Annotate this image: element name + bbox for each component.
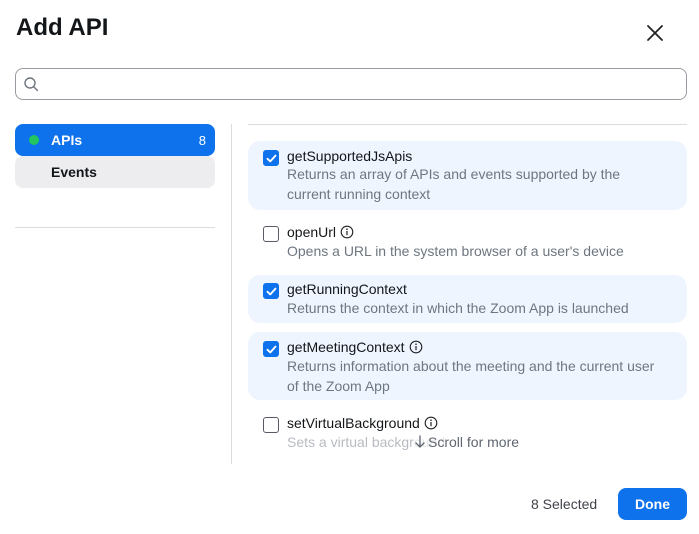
info-icon[interactable] [424, 416, 438, 430]
search-input[interactable] [46, 73, 676, 95]
api-row-getRunningContext[interactable]: getRunningContext Returns the context in… [248, 275, 687, 323]
api-checkbox[interactable] [263, 341, 279, 357]
api-name: getRunningContext [287, 281, 407, 297]
checkmark-icon [266, 287, 276, 295]
nav-item-label: APIs [51, 132, 83, 148]
api-checkbox[interactable] [263, 283, 279, 299]
search-box[interactable] [15, 68, 687, 100]
api-description: Returns information about the meeting an… [287, 358, 655, 394]
nav-item-apis[interactable]: APIs 8 [15, 124, 215, 156]
nav-item-label: Events [51, 164, 97, 180]
scroll-hint-label: Scroll for more [428, 434, 520, 450]
search-icon [24, 77, 39, 92]
api-checkbox[interactable] [263, 150, 279, 166]
selected-count: 8 Selected [531, 496, 598, 512]
scroll-hint[interactable]: Scroll for more [414, 434, 520, 450]
checkmark-icon [266, 154, 276, 162]
checkmark-icon [266, 345, 276, 353]
api-name: openUrl [287, 224, 354, 240]
status-dot [29, 135, 39, 145]
api-name: setVirtualBackground [287, 415, 438, 431]
nav-item-count: 8 [198, 132, 206, 148]
panel-divider [231, 124, 232, 464]
info-icon[interactable] [340, 225, 354, 239]
api-list[interactable]: getSupportedJsApis Returns an array of A… [248, 125, 687, 450]
done-button[interactable]: Done [618, 488, 687, 520]
api-description: Opens a URL in the system browser of a u… [287, 243, 624, 259]
api-checkbox[interactable] [263, 417, 279, 433]
api-name: getSupportedJsApis [287, 148, 413, 164]
dialog-title: Add API [16, 14, 109, 41]
info-icon[interactable] [409, 340, 423, 354]
api-row-getMeetingContext[interactable]: getMeetingContext Returns information ab… [248, 332, 687, 400]
api-description: Returns the context in which the Zoom Ap… [287, 300, 629, 316]
api-name: getMeetingContext [287, 339, 423, 355]
sidebar-divider [15, 227, 215, 228]
arrow-down-icon [415, 435, 425, 448]
close-button[interactable] [642, 20, 668, 46]
api-description: Returns an array of APIs and events supp… [287, 166, 621, 202]
api-row-getSupportedJsApis[interactable]: getSupportedJsApis Returns an array of A… [248, 141, 687, 210]
close-icon [647, 25, 663, 41]
api-checkbox[interactable] [263, 226, 279, 242]
nav-item-events[interactable]: Events [15, 156, 215, 188]
api-row-openUrl[interactable]: openUrl Opens a URL in the system browse… [248, 217, 687, 267]
